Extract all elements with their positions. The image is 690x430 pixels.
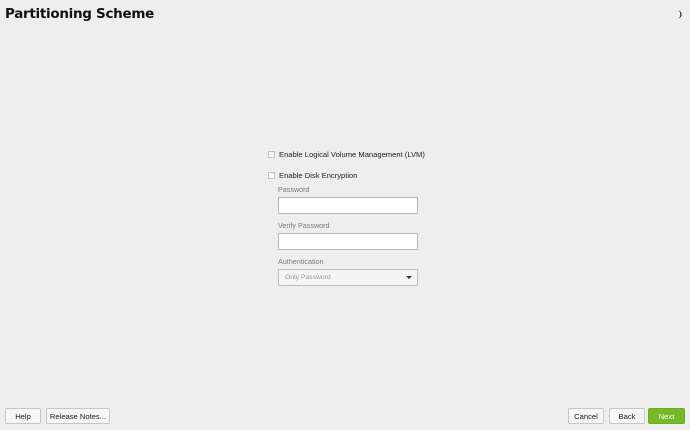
lvm-checkbox-label: Enable Logical Volume Management (LVM) (279, 149, 425, 159)
release-notes-button[interactable]: Release Notes... (46, 408, 110, 424)
encryption-settings: Password Verify Password Authentication … (278, 185, 420, 286)
chevron-down-icon (406, 276, 412, 279)
help-button[interactable]: Help (5, 408, 41, 424)
verify-password-input[interactable] (278, 233, 418, 250)
back-button[interactable]: Back (609, 408, 645, 424)
authentication-selected-value: Only Password (285, 274, 331, 281)
half-moon-icon[interactable] (673, 10, 682, 19)
encryption-checkbox-row[interactable]: Enable Disk Encryption (268, 169, 420, 181)
authentication-select[interactable]: Only Password (278, 269, 418, 286)
next-button[interactable]: Next (648, 408, 685, 424)
cancel-button[interactable]: Cancel (568, 408, 604, 424)
authentication-label: Authentication (278, 257, 324, 266)
page-title: Partitioning Scheme (5, 6, 154, 22)
password-input[interactable] (278, 197, 418, 214)
lvm-checkbox[interactable] (268, 150, 275, 158)
verify-password-label: Verify Password (278, 221, 330, 230)
encryption-checkbox-label: Enable Disk Encryption (279, 170, 358, 180)
encryption-checkbox[interactable] (268, 171, 275, 179)
lvm-checkbox-row[interactable]: Enable Logical Volume Management (LVM) (268, 148, 425, 160)
partitioning-form: Enable Logical Volume Management (LVM) E… (268, 148, 425, 286)
installer-window: Partitioning Scheme Enable Logical Volum… (0, 0, 690, 430)
password-label: Password (278, 185, 310, 194)
